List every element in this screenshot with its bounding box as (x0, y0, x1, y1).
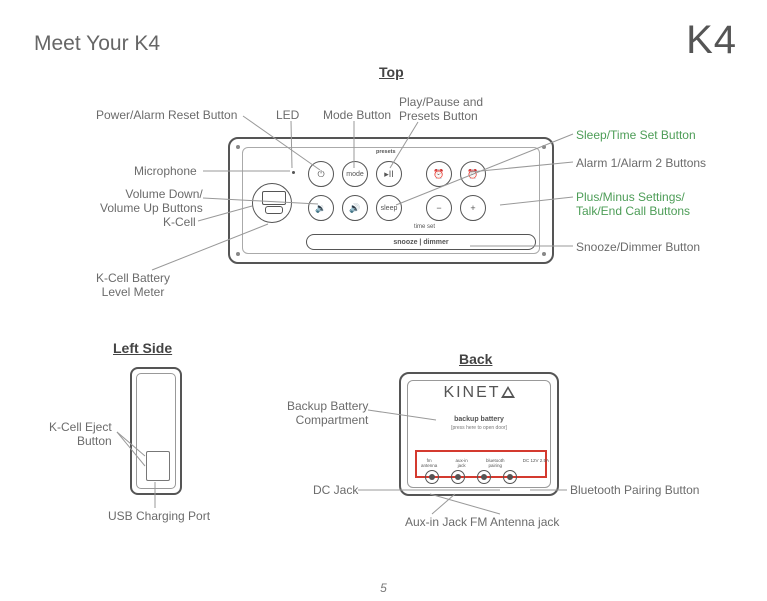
dc-jack[interactable] (503, 470, 517, 484)
callout-usb-port: USB Charging Port (108, 510, 210, 524)
presets-small-label: presets (376, 149, 396, 155)
callout-backup-battery: Backup Battery Compartment (287, 400, 368, 428)
callout-fm-antenna: FM Antenna jack (470, 516, 559, 530)
top-button-row-1: ⏻ mode ▸II ⏰ ⏰ (308, 161, 486, 187)
mode-button[interactable]: mode (342, 161, 368, 187)
port-label-bt: bluetooth pairing (486, 458, 505, 468)
callout-alarm12: Alarm 1/Alarm 2 Buttons (576, 157, 706, 171)
callout-plus-minus: Plus/Minus Settings/ Talk/End Call Butto… (576, 191, 690, 219)
jack-row (425, 470, 517, 484)
brand-triangle-icon (501, 386, 515, 398)
volume-down-button[interactable]: 🔉 (308, 195, 334, 221)
callout-snooze-dimmer: Snooze/Dimmer Button (576, 241, 700, 255)
callout-kcell: K-Cell (163, 216, 196, 230)
screw-dot (542, 145, 546, 149)
alarm-2-button[interactable]: ⏰ (460, 161, 486, 187)
spacer (410, 161, 418, 187)
screw-dot (236, 252, 240, 256)
backup-battery-sublabel: [press here to open door] (401, 425, 557, 431)
top-button-row-2: 🔉 🔊 sleep − + (308, 195, 486, 221)
callout-kcell-battery: K-Cell Battery Level Meter (96, 272, 170, 300)
port-label-aux: aux-in jack (456, 458, 468, 468)
bluetooth-pairing-button[interactable] (477, 470, 491, 484)
snooze-dimmer-bar[interactable]: snooze | dimmer (306, 234, 536, 250)
aux-in-jack[interactable] (451, 470, 465, 484)
callout-bt-pairing: Bluetooth Pairing Button (570, 484, 699, 498)
alarm-1-button[interactable]: ⏰ (426, 161, 452, 187)
sleep-button[interactable]: sleep (376, 195, 402, 221)
port-label-dc: DC 12V 2.5A (523, 458, 549, 468)
minus-button[interactable]: − (426, 195, 452, 221)
callout-power-alarm-reset: Power/Alarm Reset Button (96, 109, 237, 123)
k-cell-slot (252, 183, 292, 223)
left-side-panel (130, 367, 182, 495)
model-label: K4 (686, 18, 737, 63)
volume-up-button[interactable]: 🔊 (342, 195, 368, 221)
callout-led: LED (276, 109, 299, 123)
callout-sleep-time-set: Sleep/Time Set Button (576, 129, 696, 143)
port-label-fm: fm antenna (421, 458, 437, 468)
plus-button[interactable]: + (460, 195, 486, 221)
callout-aux-jack: Aux-in Jack (405, 516, 467, 530)
page-title: Meet Your K4 (34, 32, 160, 56)
page-number: 5 (380, 581, 387, 595)
section-top: Top (379, 64, 404, 80)
brand-logo: KINET (401, 384, 557, 402)
section-left-side: Left Side (113, 340, 172, 356)
left-side-ports (146, 451, 170, 481)
callout-mode: Mode Button (323, 109, 391, 123)
fm-antenna-jack[interactable] (425, 470, 439, 484)
callout-play-pause: Play/Pause and Presets Button (399, 96, 483, 124)
led-indicator (292, 171, 295, 174)
callout-microphone: Microphone (134, 165, 197, 179)
callout-dc-jack: DC Jack (313, 484, 358, 498)
section-back: Back (459, 351, 492, 367)
callout-kcell-eject: K-Cell Eject Button (49, 421, 112, 449)
screw-dot (542, 252, 546, 256)
spacer (410, 195, 418, 221)
back-panel: KINET backup battery [press here to open… (399, 372, 559, 496)
top-panel: presets ⏻ mode ▸II ⏰ ⏰ 🔉 🔊 sleep − + tim… (228, 137, 554, 264)
brand-text: KINET (443, 384, 500, 401)
jack-labels-row: fm antenna aux-in jack bluetooth pairing… (421, 458, 549, 468)
callout-volume: Volume Down/ Volume Up Buttons (100, 188, 203, 216)
play-pause-button[interactable]: ▸II (376, 161, 402, 187)
power-button[interactable]: ⏻ (308, 161, 334, 187)
time-set-small-label: time set (414, 224, 435, 230)
backup-battery-label: backup battery (401, 416, 557, 423)
screw-dot (236, 145, 240, 149)
